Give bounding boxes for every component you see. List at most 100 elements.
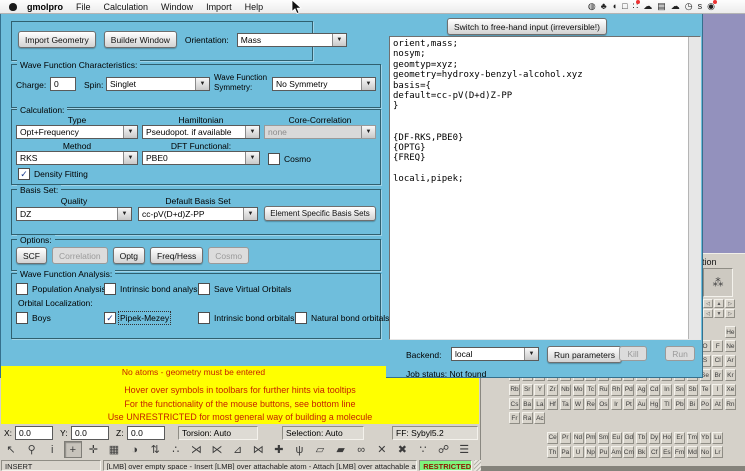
checkbox-pipek-mezey[interactable]: ✓Pipek-Mezey [104, 312, 169, 324]
restricted-badge[interactable]: RESTRICTED [419, 460, 472, 471]
fill-plane-tool-icon[interactable]: ▰ [332, 441, 350, 458]
rotate-pad-button[interactable]: ▲ [714, 299, 724, 308]
globe-icon[interactable]: ◉ [707, 2, 715, 11]
element-at[interactable]: At [712, 398, 723, 410]
element-i[interactable]: I [712, 384, 723, 396]
checkbox-icon[interactable] [198, 283, 210, 295]
element-ac[interactable]: Ac [534, 412, 545, 424]
element-md[interactable]: Md [687, 446, 698, 458]
spin-select[interactable]: Singlet▼ [106, 77, 210, 91]
render-tool-icon[interactable]: ◑ [126, 441, 144, 458]
element-he[interactable]: He [725, 326, 736, 338]
element-y[interactable]: Y [534, 384, 545, 396]
join-atoms-tool-icon[interactable]: ⋈ [249, 441, 267, 458]
method-select[interactable]: RKS▼ [16, 151, 138, 165]
element-gd[interactable]: Gd [623, 432, 634, 444]
element-es[interactable]: Es [661, 446, 672, 458]
attach-fragment-tool-icon[interactable]: ∴ [167, 441, 185, 458]
element-yb[interactable]: Yb [700, 432, 711, 444]
app-menu[interactable]: gmolpro [27, 2, 63, 12]
switch-freehand-button[interactable]: Switch to free-hand input (irreversible!… [447, 18, 607, 35]
element-bk[interactable]: Bk [636, 446, 647, 458]
checkbox-intrinsic-bond-orbitals[interactable]: Intrinsic bond orbitals [198, 312, 294, 324]
plane-tool-icon[interactable]: ▱ [311, 441, 329, 458]
builder-window-button[interactable]: Builder Window [104, 31, 177, 48]
element-pd[interactable]: Pd [623, 384, 634, 396]
element-po[interactable]: Po [700, 398, 711, 410]
rotate-pad-button[interactable]: ◁ [703, 299, 713, 308]
run-parameters-button[interactable]: Run parameters [547, 346, 622, 363]
element-am[interactable]: Am [611, 446, 622, 458]
element-w[interactable]: W [573, 398, 584, 410]
element-ho[interactable]: Ho [661, 432, 672, 444]
element-re[interactable]: Re [585, 398, 596, 410]
density-fitting-checkbox[interactable]: ✓ Density Fitting [18, 168, 88, 180]
element-la[interactable]: La [534, 398, 545, 410]
checkbox-icon[interactable] [16, 283, 28, 295]
element-hg[interactable]: Hg [649, 398, 660, 410]
bond-length-tool-icon[interactable]: ⇅ [146, 441, 164, 458]
menu-item-import[interactable]: Import [206, 2, 232, 12]
element-lr[interactable]: Lr [712, 446, 723, 458]
element-pr[interactable]: Pr [560, 432, 571, 444]
element-dy[interactable]: Dy [649, 432, 660, 444]
element-cl[interactable]: Cl [712, 355, 723, 367]
element-in[interactable]: In [661, 384, 672, 396]
add-hydrogen-tool-icon[interactable]: ✚ [270, 441, 288, 458]
element-tb[interactable]: Tb [636, 432, 647, 444]
scf-button[interactable]: SCF [16, 247, 47, 264]
menu-item-file[interactable]: File [76, 2, 91, 12]
resize-grip-icon[interactable] [474, 460, 481, 471]
element-xe[interactable]: Xe [725, 384, 736, 396]
element-br[interactable]: Br [712, 369, 723, 381]
element-ag[interactable]: Ag [636, 384, 647, 396]
force-field-field[interactable]: FF: Sybyl5.2 [392, 426, 478, 440]
element-specific-basis-button[interactable]: Element Specific Basis Sets [264, 206, 376, 221]
window-icon[interactable]: □ [622, 2, 627, 11]
element-fr[interactable]: Fr [509, 412, 520, 424]
dft-functional-select[interactable]: PBE0▼ [142, 151, 260, 165]
element-nd[interactable]: Nd [573, 432, 584, 444]
element-eu[interactable]: Eu [611, 432, 622, 444]
element-fm[interactable]: Fm [674, 446, 685, 458]
zoom-tool-icon[interactable]: ⚲ [23, 441, 41, 458]
element-nb[interactable]: Nb [560, 384, 571, 396]
element-cs[interactable]: Cs [509, 398, 520, 410]
checkbox-icon[interactable]: ✓ [104, 312, 116, 324]
charge-input[interactable]: 0 [50, 77, 76, 91]
s-icon[interactable]: s [698, 2, 703, 11]
element-sb[interactable]: Sb [687, 384, 698, 396]
hamiltonian-select[interactable]: Pseudopot. if available▼ [142, 125, 260, 139]
element-th[interactable]: Th [547, 446, 558, 458]
element-pa[interactable]: Pa [560, 446, 571, 458]
cloud-icon[interactable]: ☁ [671, 2, 680, 11]
element-f[interactable]: F [712, 340, 723, 352]
element-ir[interactable]: Ir [611, 398, 622, 410]
element-no[interactable]: No [700, 446, 711, 458]
checkbox-save-virtual-orbitals[interactable]: Save Virtual Orbitals [198, 283, 291, 295]
dock-icon[interactable]: ∷ [633, 2, 639, 11]
element-rh[interactable]: Rh [611, 384, 622, 396]
element-ar[interactable]: Ar [725, 355, 736, 367]
clock-icon[interactable]: ◷ [685, 2, 693, 11]
element-sn[interactable]: Sn [674, 384, 685, 396]
rotate-pad-button[interactable]: ◁ [703, 309, 713, 318]
volume-icon[interactable]: ◖ [612, 2, 617, 11]
info-tool-icon[interactable]: i [43, 441, 61, 458]
element-ru[interactable]: Ru [598, 384, 609, 396]
twist-fragment-tool-icon[interactable]: ⋉ [208, 441, 226, 458]
checkbox-icon[interactable] [104, 283, 116, 295]
element-te[interactable]: Te [700, 384, 711, 396]
display-icon[interactable]: ▤ [657, 2, 666, 11]
menu-item-calculation[interactable]: Calculation [104, 2, 149, 12]
element-u[interactable]: U [573, 446, 584, 458]
checkbox-icon[interactable] [295, 312, 307, 324]
backend-select[interactable]: local▼ [451, 347, 539, 361]
element-cd[interactable]: Cd [649, 384, 660, 396]
optg-button[interactable]: Optg [113, 247, 145, 264]
element-rn[interactable]: Rn [725, 398, 736, 410]
element-au[interactable]: Au [636, 398, 647, 410]
scrollbar[interactable] [688, 37, 700, 339]
default-basis-select[interactable]: cc-pV(D+d)Z-PP▼ [138, 207, 258, 221]
element-ce[interactable]: Ce [547, 432, 558, 444]
